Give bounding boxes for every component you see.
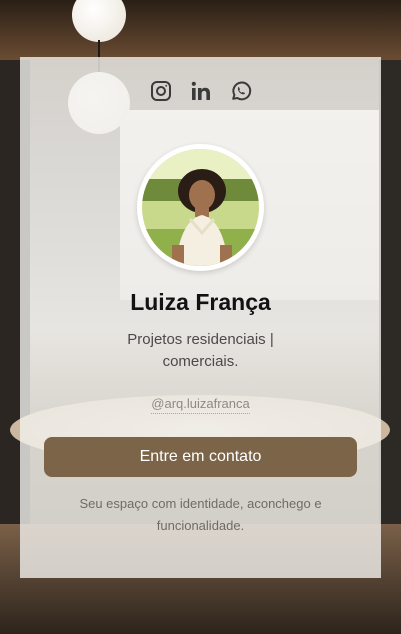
profile-card: Luiza França Projetos residenciais | com… [20,57,381,578]
profile-handle-row: @arq.luizafranca [20,395,381,414]
avatar-photo [142,149,259,266]
bg-dark-panel-right [379,60,401,540]
contact-button[interactable]: Entre em contato [44,437,357,477]
tagline: Seu espaço com identidade, aconchego e f… [79,496,322,533]
social-links [20,79,381,103]
profile-name: Luiza França [130,289,271,315]
instagram-icon [150,81,171,101]
linkedin-icon [191,81,210,100]
whatsapp-link[interactable] [229,79,253,103]
avatar-frame [137,144,264,271]
linkedin-link[interactable] [189,79,213,103]
bg-ceiling [0,0,401,60]
avatar [142,149,259,266]
instagram-link[interactable] [149,79,173,103]
profile-handle-link[interactable]: @arq.luizafranca [151,396,250,414]
whatsapp-icon [231,81,251,101]
profile-subtitle: Projetos residenciais | comerciais. [127,331,274,370]
